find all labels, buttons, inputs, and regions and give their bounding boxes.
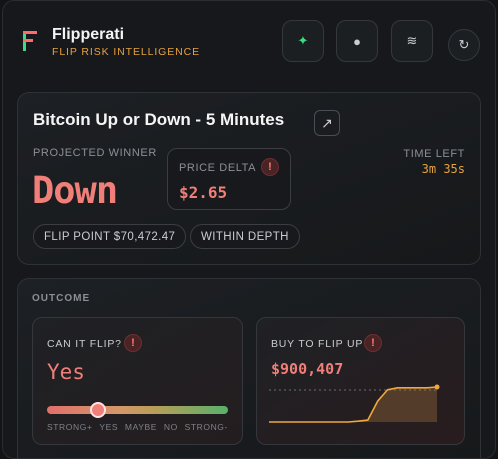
price-delta-warning-icon[interactable]: ! [261,158,279,176]
can-flip-value: Yes [47,360,85,384]
scale-label: STRONG- [184,422,228,432]
price-delta-box: PRICE DELTA ! $2.65 [167,148,291,210]
scale-label: MAYBE [124,422,158,432]
buy-to-flip-value: $900,407 [271,360,344,378]
waves-icon: ≋ [406,33,418,48]
flip-likelihood-track [47,406,228,414]
buy-to-flip-card: BUY TO FLIP UP ! $900,407 [256,317,465,445]
logo-icon [23,31,37,51]
waves-button[interactable]: ≋ [391,20,433,62]
header: Flipperati FLIP RISK INTELLIGENCE ✦ ● ≋ … [3,1,495,79]
refresh-button[interactable]: ↻ [448,29,480,61]
projected-winner-value: Down [32,169,118,212]
refresh-icon: ↻ [458,37,470,52]
app-window: Flipperati FLIP RISK INTELLIGENCE ✦ ● ≋ … [2,0,496,459]
flip-likelihood-marker [89,402,106,418]
app-subtitle: FLIP RISK INTELLIGENCE [52,46,200,58]
external-link-icon: ↗ [321,114,333,131]
can-flip-warning-icon[interactable]: ! [124,334,142,352]
market-card: Bitcoin Up or Down - 5 Minutes ↗ PROJECT… [17,92,481,265]
app-title: Flipperati [52,26,125,43]
dot-icon: ● [353,33,361,49]
order-book-sparkline [269,384,440,423]
buy-to-flip-warning-icon[interactable]: ! [364,334,382,352]
sparkle-icon: ✦ [297,33,309,48]
flip-point-pill: FLIP POINT $70,472.47 [33,224,187,249]
sparkline-end-point [434,384,440,390]
price-delta-label: PRICE DELTA [179,162,257,174]
time-left-label: TIME LEFT [403,148,465,160]
buy-to-flip-label: BUY TO FLIP UP [271,338,364,350]
flip-likelihood-scale: STRONG+ YES MAYBE NO STRONG- [47,422,228,432]
scale-label: NO [163,422,178,432]
open-market-button[interactable]: ↗ [314,110,340,136]
price-delta-value: $2.65 [179,183,228,202]
time-left-value: 3m 35s [421,162,465,176]
sparkle-button[interactable]: ✦ [282,20,324,62]
status-button[interactable]: ● [336,20,378,62]
projected-winner-label: PROJECTED WINNER [33,147,157,159]
depth-status-pill: WITHIN DEPTH [190,224,300,249]
can-flip-label: CAN IT FLIP? [47,338,122,350]
scale-label: STRONG+ [47,422,93,432]
market-title: Bitcoin Up or Down - 5 Minutes [33,110,285,129]
outcome-card: OUTCOME CAN IT FLIP? ! Yes STRONG+ YES M… [17,278,481,458]
can-flip-card: CAN IT FLIP? ! Yes STRONG+ YES MAYBE NO … [32,317,243,445]
sparkline-area [269,387,437,422]
scale-label: YES [99,422,119,432]
outcome-label: OUTCOME [32,293,91,304]
